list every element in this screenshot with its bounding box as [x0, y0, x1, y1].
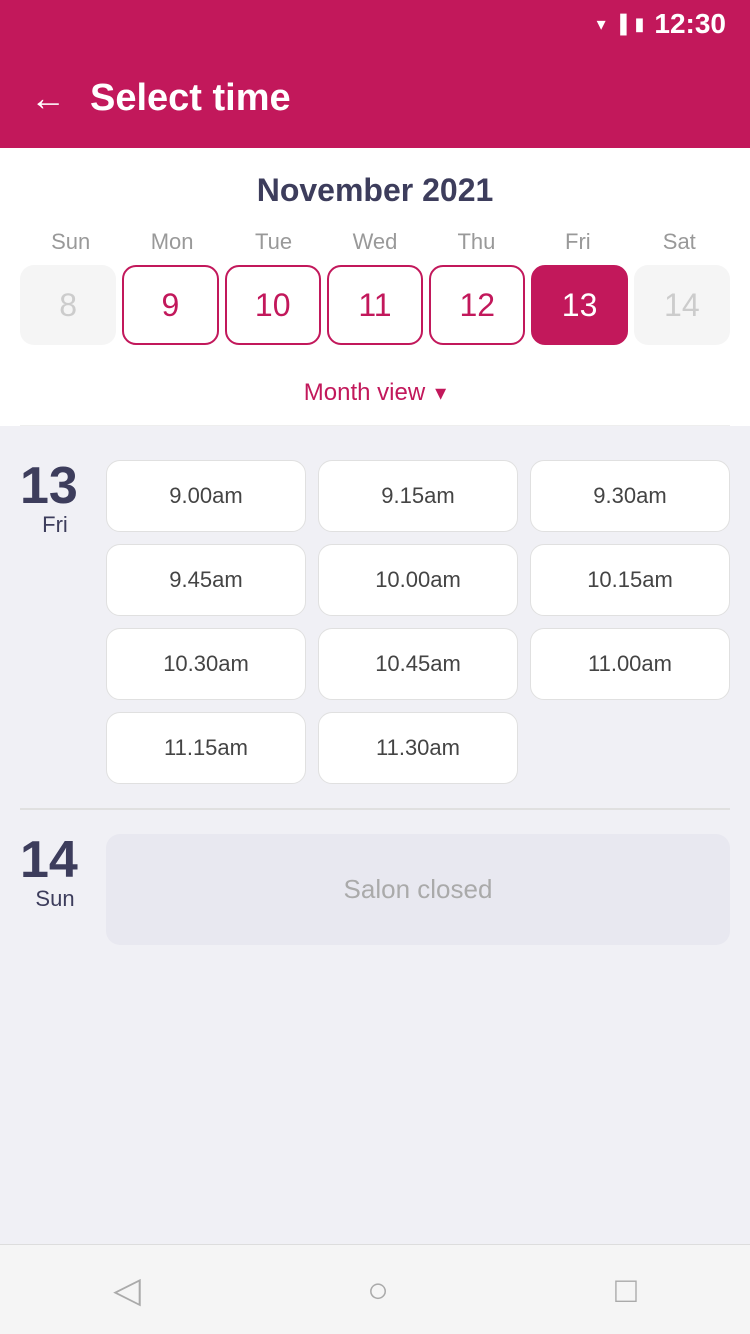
day-block-14: 14 Sun Salon closed [0, 810, 750, 969]
slot-btn-1015am[interactable]: 10.15am [530, 544, 730, 616]
weekday-label-fri: Fri [527, 229, 628, 255]
day-name-13: Fri [20, 512, 90, 538]
day-label-13: 13 Fri [20, 460, 90, 538]
bottom-nav: ◁ ○ □ [0, 1244, 750, 1334]
nav-recent-button[interactable]: □ [615, 1269, 637, 1311]
weekday-label-sat: Sat [629, 229, 730, 255]
day-number-14: 14 [20, 834, 90, 886]
weekday-label-thu: Thu [426, 229, 527, 255]
day-label-14: 14 Sun [20, 834, 90, 912]
date-cell-9[interactable]: 9 [122, 265, 218, 345]
date-cell-10[interactable]: 10 [225, 265, 321, 345]
status-icons: ▾ ▐ ▮ [597, 14, 645, 35]
slot-btn-1045am[interactable]: 10.45am [318, 628, 518, 700]
calendar-section: November 2021 SunMonTueWedThuFriSat 8910… [0, 148, 750, 426]
slot-btn-1000am[interactable]: 10.00am [318, 544, 518, 616]
status-bar: ▾ ▐ ▮ 12:30 [0, 0, 750, 48]
day-name-14: Sun [20, 886, 90, 912]
app-header: ← Select time [0, 48, 750, 148]
date-cell-13[interactable]: 13 [531, 265, 627, 345]
chevron-down-icon: ▾ [435, 380, 446, 406]
weekday-label-wed: Wed [324, 229, 425, 255]
date-cell-12[interactable]: 12 [429, 265, 525, 345]
month-view-label: Month view [304, 379, 425, 407]
weekday-row: SunMonTueWedThuFriSat [20, 229, 730, 255]
slot-btn-1115am[interactable]: 11.15am [106, 712, 306, 784]
date-cell-11[interactable]: 11 [327, 265, 423, 345]
slot-btn-915am[interactable]: 9.15am [318, 460, 518, 532]
month-view-toggle[interactable]: Month view ▾ [20, 365, 730, 426]
month-title: November 2021 [20, 172, 730, 209]
slot-btn-1130am[interactable]: 11.30am [318, 712, 518, 784]
dates-row: 891011121314 [20, 265, 730, 365]
back-button[interactable]: ← [30, 80, 66, 116]
day-number-13: 13 [20, 460, 90, 512]
day-block-13: 13 Fri 9.00am9.15am9.30am9.45am10.00am10… [0, 436, 750, 808]
salon-closed-card: Salon closed [106, 834, 730, 945]
weekday-label-mon: Mon [121, 229, 222, 255]
slot-btn-900am[interactable]: 9.00am [106, 460, 306, 532]
slot-btn-930am[interactable]: 9.30am [530, 460, 730, 532]
wifi-icon: ▾ [597, 14, 606, 35]
timeslots-section: 13 Fri 9.00am9.15am9.30am9.45am10.00am10… [0, 426, 750, 1244]
date-cell-14: 14 [634, 265, 730, 345]
page-title: Select time [90, 77, 291, 120]
nav-home-button[interactable]: ○ [367, 1269, 389, 1311]
slot-btn-945am[interactable]: 9.45am [106, 544, 306, 616]
slot-btn-1030am[interactable]: 10.30am [106, 628, 306, 700]
weekday-label-tue: Tue [223, 229, 324, 255]
date-cell-8: 8 [20, 265, 116, 345]
slot-btn-1100am[interactable]: 11.00am [530, 628, 730, 700]
slots-grid-13: 9.00am9.15am9.30am9.45am10.00am10.15am10… [106, 460, 730, 784]
signal-icon: ▐ [614, 14, 627, 35]
battery-icon: ▮ [634, 14, 644, 35]
weekday-label-sun: Sun [20, 229, 121, 255]
status-time: 12:30 [654, 8, 726, 40]
nav-back-button[interactable]: ◁ [113, 1269, 141, 1311]
